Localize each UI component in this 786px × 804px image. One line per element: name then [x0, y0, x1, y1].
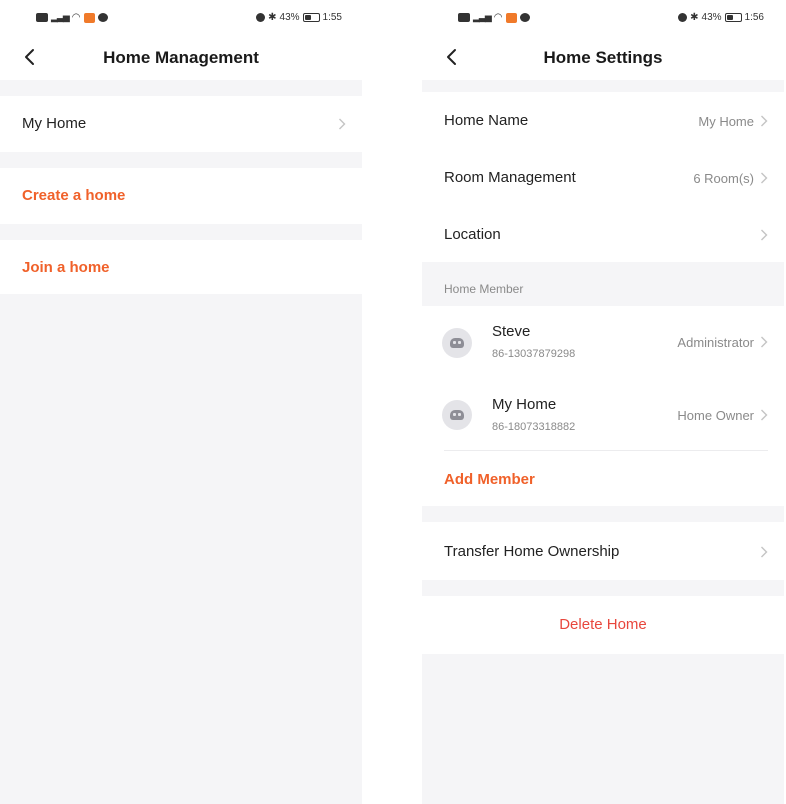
battery-percent: 43%: [279, 12, 300, 23]
battery-icon: [302, 13, 320, 22]
home-name-value: My Home: [698, 114, 754, 129]
member-role: Home Owner: [677, 408, 754, 423]
room-management-row[interactable]: Room Management 6 Room(s): [422, 149, 784, 205]
home-item-my-home[interactable]: My Home: [0, 96, 362, 152]
chevron-right-icon: [760, 409, 768, 421]
transfer-ownership-label: Transfer Home Ownership: [444, 543, 620, 560]
wifi-icon: ◠: [493, 12, 503, 23]
join-home-button[interactable]: Join a home: [0, 240, 362, 294]
home-management-screen: ▂▃▅ ◠ ✱ 43% 1:55 Home Management My Home…: [0, 0, 362, 804]
member-role: Administrator: [677, 335, 754, 350]
add-member-label: Add Member: [444, 471, 535, 488]
room-count-value: 6 Room(s): [693, 171, 754, 186]
member-row-my-home[interactable]: My Home 86-18073318882 Home Owner: [422, 378, 784, 450]
chevron-right-icon: [760, 546, 768, 558]
hd-icon: [458, 13, 470, 22]
alarm-icon: [678, 13, 688, 22]
home-name-row[interactable]: Home Name My Home: [422, 92, 784, 149]
status-time: 1:56: [744, 12, 764, 23]
member-phone: 86-13037879298: [492, 348, 576, 360]
signal-icon: ▂▃▅: [51, 12, 70, 22]
wifi-icon: ◠: [71, 12, 81, 23]
message-icon: [97, 13, 108, 22]
create-home-label: Create a home: [22, 187, 126, 204]
chevron-right-icon: [338, 118, 346, 130]
location-label: Location: [444, 226, 501, 243]
app-notification-icon: [83, 12, 95, 23]
signal-icon: ▂▃▅: [473, 12, 492, 22]
status-bar: ▂▃▅ ◠ ✱ 43% 1:55: [0, 0, 362, 36]
add-member-button[interactable]: Add Member: [422, 451, 784, 506]
room-management-label: Room Management: [444, 169, 576, 186]
delete-home-label: Delete Home: [559, 616, 647, 633]
status-icons-left: ▂▃▅ ◠: [36, 12, 108, 23]
bluetooth-icon: ✱: [690, 12, 699, 23]
member-phone: 86-18073318882: [492, 421, 576, 433]
battery-percent: 43%: [701, 12, 722, 23]
status-icons-left: ▂▃▅ ◠: [458, 12, 530, 23]
home-name-label: Home Name: [444, 112, 529, 129]
home-settings-screen: ▂▃▅ ◠ ✱ 43% 1:56 Home Settings Home Name…: [422, 0, 784, 804]
chevron-right-icon: [760, 336, 768, 348]
status-bar: ▂▃▅ ◠ ✱ 43% 1:56: [422, 0, 784, 36]
members-group: Steve 86-13037879298 Administrator My Ho…: [422, 306, 784, 506]
nav-bar: Home Settings: [422, 36, 784, 80]
app-notification-icon: [505, 12, 517, 23]
bluetooth-icon: ✱: [268, 12, 277, 23]
status-icons-right: ✱ 43% 1:55: [256, 12, 342, 23]
home-member-header-label: Home Member: [444, 282, 524, 296]
alarm-icon: [256, 13, 266, 22]
battery-icon: [724, 13, 742, 22]
location-row[interactable]: Location: [422, 205, 784, 262]
settings-group: Home Name My Home Room Management 6 Room…: [422, 92, 784, 262]
avatar-icon: [442, 328, 472, 358]
message-icon: [519, 13, 530, 22]
home-member-header: Home Member: [422, 262, 784, 306]
create-home-button[interactable]: Create a home: [0, 168, 362, 224]
delete-home-button[interactable]: Delete Home: [422, 596, 784, 654]
chevron-right-icon: [760, 229, 768, 241]
home-item-label: My Home: [22, 115, 87, 132]
page-title: Home Management: [103, 48, 259, 67]
chevron-right-icon: [760, 115, 768, 127]
chevron-right-icon: [760, 172, 768, 184]
status-time: 1:55: [322, 12, 342, 23]
transfer-ownership-row[interactable]: Transfer Home Ownership: [422, 522, 784, 580]
status-icons-right: ✱ 43% 1:56: [678, 12, 764, 23]
hd-icon: [36, 13, 48, 22]
nav-bar: Home Management: [0, 36, 362, 80]
avatar-icon: [442, 400, 472, 430]
join-home-label: Join a home: [22, 259, 110, 276]
member-name: Steve: [492, 323, 531, 340]
member-row-steve[interactable]: Steve 86-13037879298 Administrator: [422, 306, 784, 378]
member-name: My Home: [492, 396, 557, 413]
page-title: Home Settings: [543, 48, 663, 67]
